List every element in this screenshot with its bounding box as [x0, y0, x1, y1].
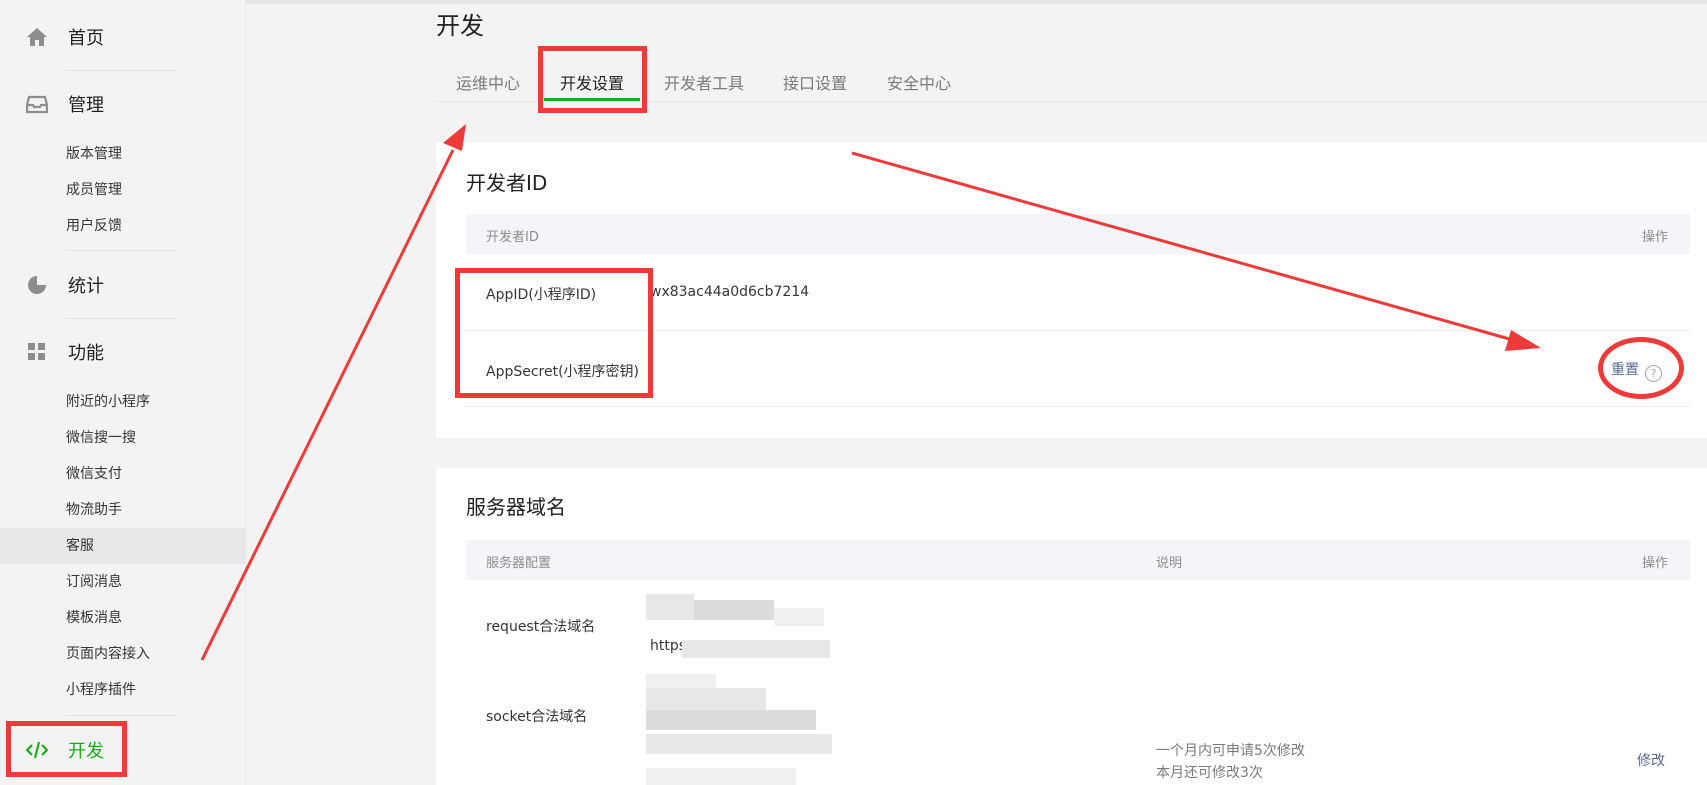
redacted-block — [646, 734, 832, 754]
sidebar-subitem-search[interactable]: 微信搜一搜 — [66, 429, 136, 447]
sidebar-subitem-feedback[interactable]: 用户反馈 — [66, 217, 122, 235]
sidebar-subitem-plugin[interactable]: 小程序插件 — [66, 681, 136, 699]
column-header: 操作 — [1641, 556, 1668, 571]
inbox-icon — [25, 93, 49, 115]
redacted-block — [646, 594, 694, 620]
sidebar-item-stats[interactable]: 统计 — [26, 273, 104, 297]
sidebar-subitem-members[interactable]: 成员管理 — [66, 181, 122, 199]
sidebar-subitem-subscribe[interactable]: 订阅消息 — [66, 573, 122, 591]
page-title: 开发 — [436, 12, 484, 40]
sidebar-subitem-nearby[interactable]: 附近的小程序 — [66, 393, 150, 411]
sidebar-item-label: 管理 — [68, 95, 104, 116]
divider — [66, 318, 176, 319]
redacted-block — [646, 688, 766, 710]
sidebar-item-manage[interactable]: 管理 — [25, 92, 104, 116]
sidebar: 首页 管理 版本管理 成员管理 用户反馈 统计 功能 附近的小程序 微信搜一搜 … — [0, 0, 246, 785]
modify-link[interactable]: 修改 — [1637, 750, 1665, 770]
grid-icon — [26, 341, 48, 363]
sidebar-item-features[interactable]: 功能 — [26, 340, 104, 364]
row-divider — [466, 406, 1690, 407]
tab-ops-center[interactable]: 运维中心 — [456, 70, 520, 94]
column-header: 服务器配置 — [486, 556, 552, 571]
sidebar-subitem-content[interactable]: 页面内容接入 — [66, 645, 150, 663]
table-header: 服务器配置 说明 操作 — [466, 540, 1690, 580]
section-title: 开发者ID — [466, 171, 548, 195]
sidebar-item-label: 功能 — [68, 343, 104, 364]
modify-remaining-note: 本月还可修改3次 — [1156, 765, 1263, 781]
column-header: 开发者ID — [486, 230, 539, 245]
redacted-block — [682, 640, 830, 658]
redacted-block — [646, 674, 716, 688]
sidebar-item-home[interactable]: 首页 — [26, 25, 104, 49]
table-header: 开发者ID 操作 — [466, 214, 1690, 254]
annotation-box-appid — [455, 268, 653, 398]
tab-dev-tools[interactable]: 开发者工具 — [664, 70, 744, 94]
sidebar-item-label: 首页 — [68, 28, 104, 49]
sidebar-item-label: 统计 — [68, 276, 104, 297]
redacted-block — [646, 710, 816, 730]
annotation-box-dev — [6, 721, 127, 777]
socket-domain-label: socket合法域名 — [486, 709, 588, 725]
annotation-circle-reset — [1598, 337, 1684, 399]
divider — [66, 70, 176, 71]
sidebar-subitem-version[interactable]: 版本管理 — [66, 145, 122, 163]
redacted-block — [774, 608, 824, 626]
top-border — [0, 0, 1707, 4]
pie-chart-icon — [26, 274, 48, 296]
annotation-box-tab — [538, 46, 647, 113]
section-title: 服务器域名 — [466, 495, 566, 519]
modify-limit-note: 一个月内可申请5次修改 — [1156, 743, 1305, 759]
redacted-block — [646, 768, 796, 785]
column-header: 说明 — [1156, 556, 1183, 571]
divider — [66, 250, 176, 251]
sidebar-hover-highlight — [0, 528, 246, 564]
request-domain-label: request合法域名 — [486, 619, 596, 635]
column-header: 操作 — [1641, 230, 1668, 245]
home-icon — [26, 26, 48, 48]
divider — [66, 715, 176, 716]
server-domain-card: 服务器域名 服务器配置 说明 操作 request合法域名 https: soc… — [436, 468, 1707, 785]
sidebar-subitem-logistics[interactable]: 物流助手 — [66, 501, 122, 519]
appid-value: wx83ac44a0d6cb7214 — [650, 284, 810, 300]
tab-api-settings[interactable]: 接口设置 — [783, 70, 847, 94]
sidebar-subitem-template[interactable]: 模板消息 — [66, 609, 122, 627]
sidebar-subitem-service[interactable]: 客服 — [66, 537, 94, 555]
sidebar-subitem-pay[interactable]: 微信支付 — [66, 465, 122, 483]
redacted-block — [694, 600, 774, 620]
tab-security-center[interactable]: 安全中心 — [887, 70, 951, 94]
